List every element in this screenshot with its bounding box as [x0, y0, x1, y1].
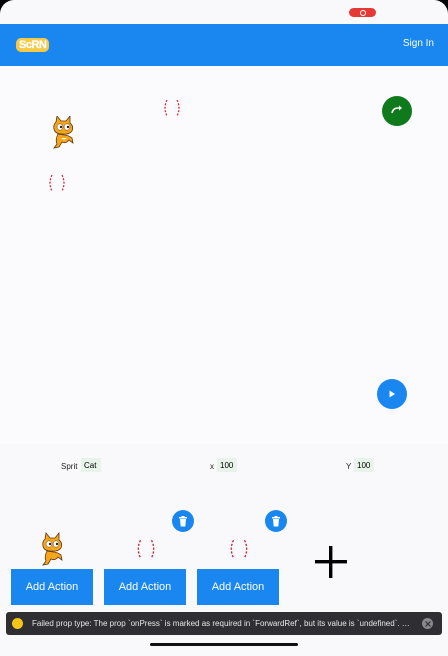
sprite-label: Sprit: [61, 462, 78, 471]
close-icon[interactable]: [422, 618, 433, 629]
recording-indicator: [349, 8, 376, 17]
refresh-icon: [391, 105, 402, 114]
x-position-input[interactable]: [217, 458, 237, 472]
play-button[interactable]: [377, 379, 407, 409]
trash-icon: [272, 515, 280, 526]
ball-sprite[interactable]: [47, 173, 67, 193]
ball-thumbnail[interactable]: [135, 537, 157, 561]
trash-icon: [179, 515, 187, 526]
app-screen: ScRN Sign In Sprit Cat x 100 Y 100 Add A…: [0, 0, 448, 656]
cat-sprite[interactable]: [48, 116, 78, 150]
app-header: ScRN Sign In: [0, 24, 448, 66]
add-action-button[interactable]: Add Action: [104, 569, 186, 605]
cat-thumbnail[interactable]: [37, 532, 67, 568]
warning-icon: [12, 618, 23, 629]
toast-message: Failed prop type: The prop `onPress` is …: [32, 619, 412, 628]
y-position-input[interactable]: [354, 458, 374, 472]
app-logo: ScRN: [16, 38, 50, 52]
delete-sprite-button[interactable]: [265, 510, 287, 532]
play-icon: [389, 390, 395, 398]
add-action-button[interactable]: Add Action: [11, 569, 93, 605]
home-indicator: [150, 643, 298, 646]
x-label: x: [210, 462, 214, 471]
warning-toast[interactable]: Failed prop type: The prop `onPress` is …: [6, 612, 442, 635]
ball-thumbnail[interactable]: [228, 537, 250, 561]
sprite-properties: Sprit x Y: [0, 455, 448, 479]
add-sprite-button[interactable]: [314, 545, 348, 579]
sprite-name-input[interactable]: [81, 458, 101, 472]
reset-button[interactable]: [382, 96, 412, 126]
y-label: Y: [346, 462, 352, 471]
add-action-button[interactable]: Add Action: [197, 569, 279, 605]
ball-sprite[interactable]: [162, 98, 182, 118]
delete-sprite-button[interactable]: [172, 510, 194, 532]
sign-in-button[interactable]: Sign In: [403, 38, 434, 49]
